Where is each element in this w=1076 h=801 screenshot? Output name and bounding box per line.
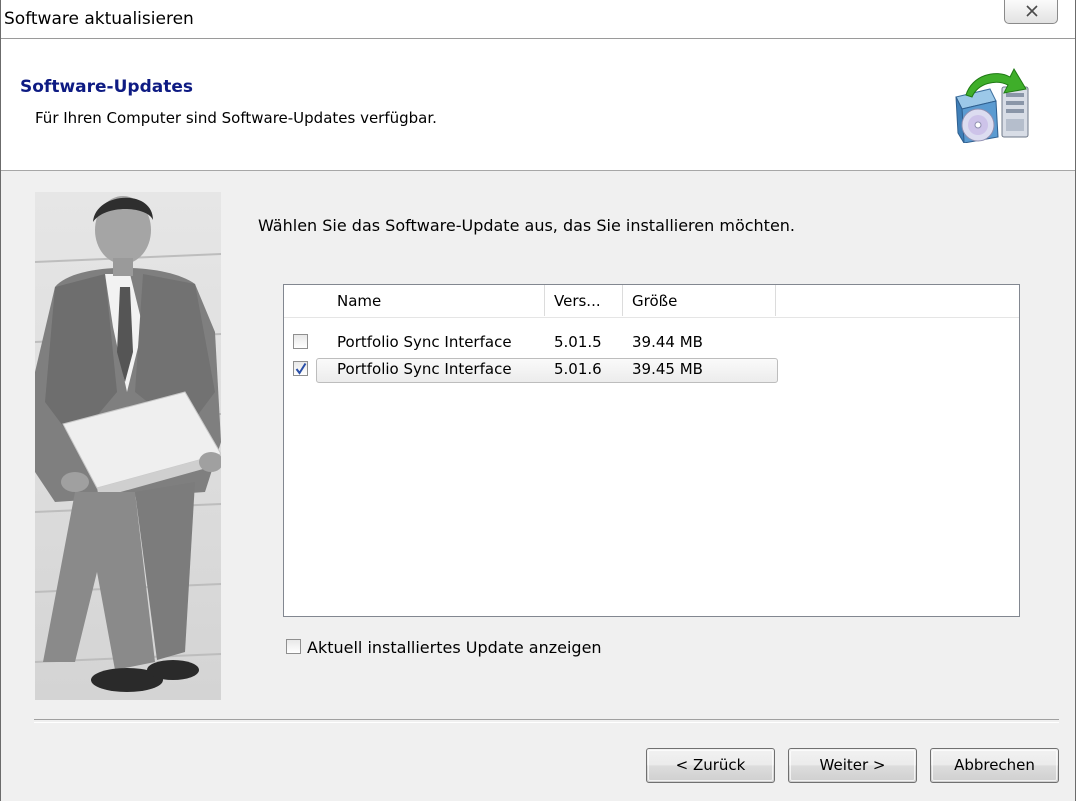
instruction-text: Wählen Sie das Software-Update aus, das …: [258, 216, 796, 235]
update-checkbox[interactable]: [293, 334, 308, 349]
back-button-label: < Zurück: [675, 756, 746, 774]
show-current-checkbox[interactable]: [286, 639, 301, 654]
cancel-button-label: Abbrechen: [954, 756, 1035, 774]
update-size: 39.45 MB: [632, 360, 703, 378]
column-header: Name Vers... Größe: [284, 285, 1019, 318]
list-item-selected[interactable]: Portfolio Sync Interface 5.01.6 39.45 MB: [287, 358, 1020, 385]
update-size: 39.44 MB: [632, 333, 703, 351]
footer-divider: [34, 719, 1059, 723]
list-item[interactable]: Portfolio Sync Interface 5.01.5 39.44 MB: [287, 331, 1020, 358]
close-button[interactable]: [1004, 0, 1058, 24]
column-name[interactable]: Name: [337, 285, 381, 317]
update-name: Portfolio Sync Interface: [337, 360, 512, 378]
next-button[interactable]: Weiter >: [788, 748, 917, 783]
cancel-button[interactable]: Abbrechen: [930, 748, 1059, 783]
software-update-dialog: Software aktualisieren Software-Updates …: [0, 0, 1076, 801]
update-version: 5.01.5: [554, 333, 602, 351]
header-title: Software-Updates: [20, 77, 193, 97]
updates-list[interactable]: Name Vers... Größe Portfolio Sync Interf…: [283, 284, 1020, 617]
wizard-header: Software-Updates Für Ihren Computer sind…: [1, 39, 1075, 171]
update-name: Portfolio Sync Interface: [337, 333, 512, 351]
column-separator[interactable]: [622, 285, 623, 316]
column-version[interactable]: Vers...: [554, 285, 601, 317]
back-button[interactable]: < Zurück: [646, 748, 775, 783]
column-separator[interactable]: [544, 285, 545, 316]
wizard-content: Wählen Sie das Software-Update aus, das …: [1, 171, 1075, 801]
show-current-label[interactable]: Aktuell installiertes Update anzeigen: [307, 638, 602, 657]
header-subtitle: Für Ihren Computer sind Software-Updates…: [35, 109, 437, 127]
next-button-label: Weiter >: [819, 756, 886, 774]
window-title: Software aktualisieren: [4, 9, 194, 29]
businessman-photo: [35, 192, 221, 700]
update-version: 5.01.6: [554, 360, 602, 378]
title-bar: Software aktualisieren: [1, 0, 1075, 39]
close-icon: [1026, 5, 1038, 17]
column-size[interactable]: Größe: [632, 285, 677, 317]
checkmark-icon: [295, 362, 307, 375]
update-checkbox-checked[interactable]: [293, 361, 308, 376]
column-separator[interactable]: [775, 285, 776, 316]
software-update-icon: [955, 67, 1029, 143]
